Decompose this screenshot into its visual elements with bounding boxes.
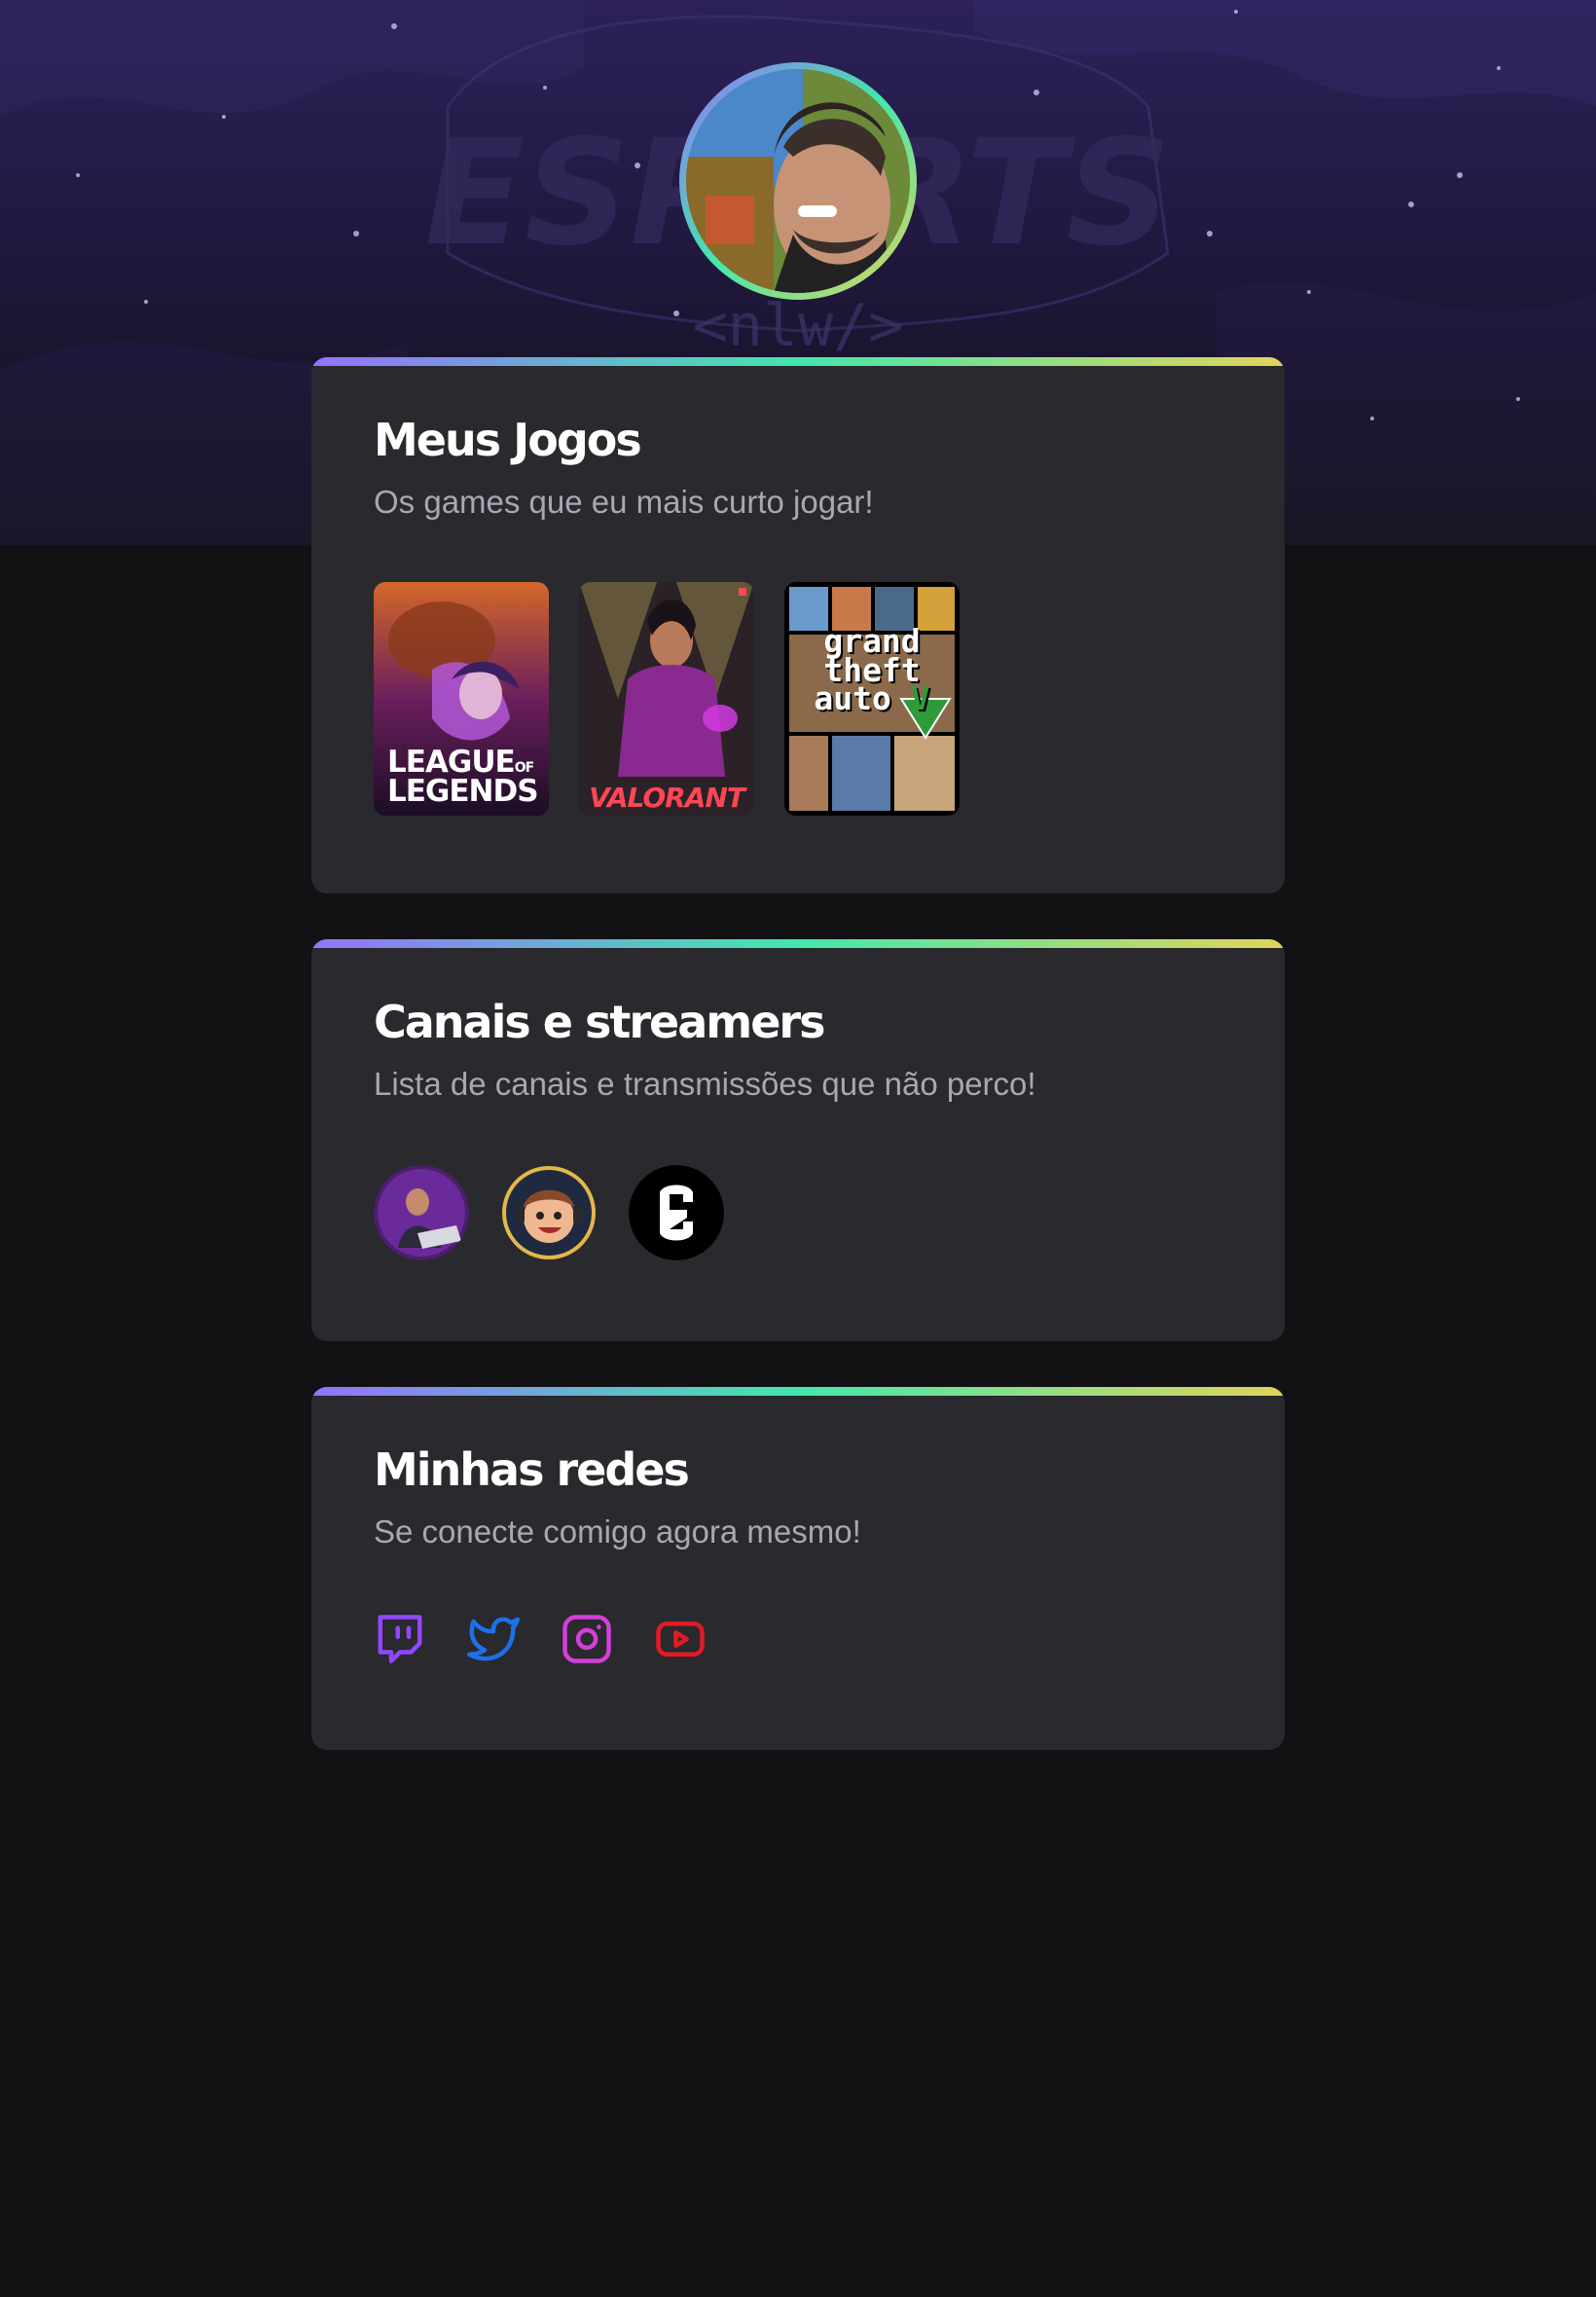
- valorant-logo: VALORANT: [589, 782, 745, 815]
- streamer-avatar-2[interactable]: [501, 1165, 597, 1260]
- games-subtitle: Os games que eu mais curto jogar!: [374, 484, 874, 521]
- twitch-icon: [378, 1615, 422, 1663]
- game-cover-valorant[interactable]: VALORANT: [579, 582, 754, 816]
- game-cover-league-of-legends[interactable]: LEAGUEOF LEGENDS: [374, 582, 549, 816]
- streamers-list: [374, 1165, 724, 1260]
- twitch-link[interactable]: [374, 1613, 426, 1665]
- instagram-icon: [562, 1615, 611, 1663]
- youtube-link[interactable]: [654, 1613, 707, 1665]
- league-of-legends-logo: LEAGUEOF LEGENDS: [387, 745, 539, 809]
- social-card: Minhas redes Se conecte comigo agora mes…: [311, 1387, 1285, 1750]
- youtube-icon: [656, 1622, 705, 1657]
- games-title: Meus Jogos: [374, 414, 642, 466]
- gta-v-logo: grand theft auto V: [814, 622, 930, 718]
- games-card: Meus Jogos Os games que eu mais curto jo…: [311, 357, 1285, 893]
- profile-avatar: [686, 69, 910, 293]
- twitter-icon: [467, 1617, 520, 1661]
- streamers-subtitle: Lista de canais e transmissões que não p…: [374, 1066, 1036, 1103]
- streamers-card: Canais e streamers Lista de canais e tra…: [311, 939, 1285, 1341]
- valorant-art: [579, 582, 754, 816]
- watermark-subtext: <nlw/>: [693, 292, 904, 360]
- streamer-avatar-1[interactable]: [374, 1165, 469, 1260]
- profile-avatar-ring: [679, 62, 917, 300]
- twitter-link[interactable]: [467, 1613, 520, 1665]
- games-list: LEAGUEOF LEGENDS VALORANT grand theft au…: [374, 582, 960, 816]
- social-title: Minhas redes: [374, 1443, 690, 1496]
- streamers-title: Canais e streamers: [374, 996, 825, 1048]
- streamer-avatar-3[interactable]: [629, 1165, 724, 1260]
- profile-photo: [686, 69, 910, 293]
- game-cover-gta-v[interactable]: grand theft auto V: [784, 582, 960, 816]
- social-links: [374, 1613, 707, 1665]
- social-subtitle: Se conecte comigo agora mesmo!: [374, 1513, 861, 1550]
- instagram-link[interactable]: [561, 1613, 613, 1665]
